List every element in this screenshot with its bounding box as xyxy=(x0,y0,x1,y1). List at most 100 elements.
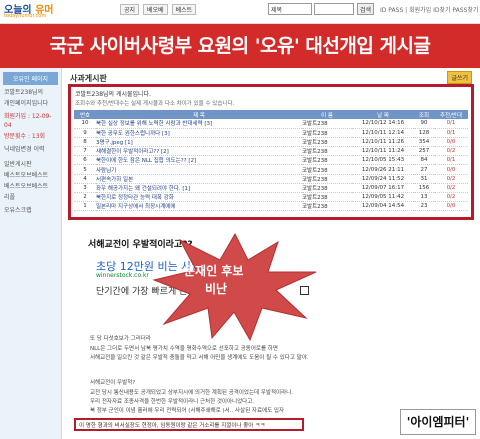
nav-notice[interactable]: 공지 xyxy=(120,4,140,15)
nav-bob[interactable]: 베오베 xyxy=(143,4,168,15)
row-views: 156 xyxy=(414,183,434,194)
row-votes: 0/0 xyxy=(434,164,468,175)
top-nav: 공지 베오베 베스트 xyxy=(120,4,197,15)
table-row[interactable]: 10 북한 실상 정보를 위해 노력한 사람과 반대세력 [3] 코발트238 12/… xyxy=(74,119,468,129)
row-views: 13 xyxy=(414,192,434,203)
table-row[interactable]: 3 좌우 해공가지는 왜 건설되려야 한다. [1] 코발트238 12/09/07 … xyxy=(74,183,468,194)
post-paragraph: 교전 당시 통신내용도 공개되었고 상부지시에 의거한 계획된 공격이었는데 우… xyxy=(90,390,293,396)
login-links[interactable]: ID PASS | 회원가입 ID찾기 PASS찾기 xyxy=(380,5,478,14)
search-select[interactable]: 제목 xyxy=(268,3,312,15)
table-row[interactable]: 2 북한지로 정정타관 능력 대폭 강화 코발트238 12/09/05 11:42 1… xyxy=(74,192,468,203)
table-row[interactable]: 7 새해결한이 우발적이라고?? [2] 코발트238 12/10/11 11:24 2… xyxy=(74,146,468,157)
row-author: 코발트238 xyxy=(302,155,352,166)
row-views: 84 xyxy=(414,155,434,166)
row-votes: 0/1 xyxy=(434,128,468,138)
row-number: 7 xyxy=(74,146,96,157)
post-paragraph: NLL은 그더로 두면서 남북 평가치 수역을 평화수역으로 선포하고 공동어로… xyxy=(90,346,278,352)
top-bar: 오늘의 유머 todayhumor.com 공지 베오베 베스트 제목 검색 I… xyxy=(0,0,480,24)
row-votes: 0/2 xyxy=(434,183,468,194)
row-views: 257 xyxy=(414,146,434,157)
table-row[interactable]: 8 3명구.jpeg [1] 코발트238 12/10/11 11:26 354 0/0 xyxy=(74,137,468,148)
table-row[interactable]: 6 북한이에 한도 잠은 NLL 집합 의도는?? [2] 코발트238 12/10/… xyxy=(74,155,468,166)
sidebar-box-title: 오유인 페이지 xyxy=(3,72,58,85)
section-title: 사과게시판 xyxy=(70,74,107,83)
table-row[interactable]: 4 서편속가하 일본 코발트238 12/09/24 11:52 31 0/2 xyxy=(74,174,468,184)
post-paragraph: 또 당 다섯호보가 그러더라 xyxy=(90,336,151,342)
sidebar-line: 코발트238님의 xyxy=(4,89,44,96)
headline-banner: 국군 사이버사령부 요원의 '오유' 대선개입 게시글 xyxy=(0,24,480,68)
sidebar-link[interactable]: 베스트오브베스트 xyxy=(0,181,61,192)
starburst-line-2: 비난 xyxy=(205,282,228,296)
row-author: 코발트238 xyxy=(302,174,352,184)
sidebar: 오유인 페이지 코발트238님의 개인페이지입니다 회원가입 : 12-09-0… xyxy=(0,68,62,439)
row-date: 12/09/07 16:17 xyxy=(352,183,414,194)
sidebar-link[interactable]: 오유스크랩 xyxy=(0,205,61,216)
sidebar-link[interactable]: 닉네임변경 이력 xyxy=(0,144,61,155)
row-title[interactable]: 서편속가하 일본 xyxy=(96,174,302,184)
sidebar-line: 개인페이지입니다 xyxy=(4,100,49,107)
row-author: 코발트238 xyxy=(302,119,352,129)
sidebar-link[interactable]: 리플 xyxy=(0,192,61,203)
row-author: 코발트238 xyxy=(302,183,352,194)
row-views: 354 xyxy=(414,137,434,148)
row-date: 12/10/11 12:14 xyxy=(352,128,414,138)
col-votes: 추천/반대 xyxy=(434,110,468,119)
row-date: 12/09/04 14:54 xyxy=(352,201,414,212)
row-number: 9 xyxy=(74,128,96,138)
col-title: 제 목 xyxy=(96,110,302,119)
row-title[interactable]: 북한 실상 정보를 위해 노력한 사람과 반대세력 [3] xyxy=(96,119,302,129)
post-paragraph: 북 정부 군인이 이념 흘러에 우리 전력되어 (서해주쇄해로 )서.. 사살된… xyxy=(90,408,285,414)
row-votes: 0/1 xyxy=(434,119,468,129)
ad-url[interactable]: winnerstock.co.kr xyxy=(96,272,149,279)
post-table: 번호 제 목 이 름 날 짜 조회 추천/반대 10 북한 실상 정보를 위해 노… xyxy=(74,110,468,212)
sidebar-link[interactable]: 일반게시판 xyxy=(0,159,61,170)
logo-subtitle: todayhumor.com xyxy=(4,13,47,19)
row-date: 12/09/24 11:52 xyxy=(352,174,414,184)
board-notice: 조회수와 추천/반대수는 실제 게시물과 다소 차이가 있을 수 있습니다. xyxy=(75,101,235,107)
row-date: 12/09/26 21:11 xyxy=(352,164,414,175)
row-title[interactable]: 3명구.jpeg [1] xyxy=(96,137,302,148)
post-paragraph: 서해교전을 일으킨 것 같은 우발적 충돌을 막고 서해 어민을 생계에도 도움… xyxy=(90,355,309,361)
sidebar-line: 방문횟수 : 13회 xyxy=(4,133,46,140)
row-author: 코발트238 xyxy=(302,192,352,203)
table-header-row: 번호 제 목 이 름 날 짜 조회 추천/반대 xyxy=(74,110,468,119)
search-button[interactable]: 검색 xyxy=(357,3,375,15)
col-number: 번호 xyxy=(74,110,96,119)
post-paragraph: 우리 전자자료 조종사격을 한번한 우발적이라니 근처한 것이아니었다고. xyxy=(90,399,255,405)
row-title[interactable]: 새해결한이 우발적이라고?? [2] xyxy=(96,146,302,157)
row-title[interactable]: 북한이에 한도 잠은 NLL 집합 의도는?? [2] xyxy=(96,155,302,166)
row-views: 128 xyxy=(414,128,434,138)
row-number: 2 xyxy=(74,192,96,203)
starburst-line-1: 문재인 후보 xyxy=(184,264,244,278)
row-author: 코발트238 xyxy=(302,146,352,157)
starburst-shape xyxy=(152,232,317,342)
row-title[interactable]: 일본리마 지구상에서 최장시계에에 xyxy=(96,201,302,212)
row-author: 코발트238 xyxy=(302,137,352,148)
post-paragraph: 서해교전이 우발적? xyxy=(90,380,136,386)
table-row[interactable]: 5 사람님기 코발트238 12/09/26 21:11 27 0/0 xyxy=(74,164,468,175)
row-number: 8 xyxy=(74,137,96,148)
row-title[interactable]: 북한지로 정정타관 능력 대폭 강화 xyxy=(96,192,302,203)
search-input[interactable] xyxy=(314,3,354,15)
watermark-caption: '아이엠피터' xyxy=(400,409,476,435)
row-title[interactable]: 좌우 해공가지는 왜 건설되려야 한다. [1] xyxy=(96,183,302,194)
row-votes: 0/0 xyxy=(434,137,468,148)
row-author: 코발트238 xyxy=(302,164,352,175)
row-date: 12/09/05 11:42 xyxy=(352,192,414,203)
row-number: 4 xyxy=(74,174,96,184)
table-row[interactable]: 1 일본리마 지구상에서 최장시계에에 코발트238 12/09/04 14:54 23… xyxy=(74,201,468,212)
row-title[interactable]: 사람님기 xyxy=(96,164,302,175)
row-views: 90 xyxy=(414,119,434,129)
board-title: 코발트238님의 게시물입니다. xyxy=(75,91,151,98)
row-number: 5 xyxy=(74,164,96,175)
nav-best[interactable]: 베스트 xyxy=(171,4,197,15)
sidebar-link[interactable]: 베스트오브베스트 xyxy=(0,170,61,181)
sidebar-line: 회원가입 : 12-09-04 xyxy=(4,113,52,129)
write-button[interactable]: 글쓰기 xyxy=(447,71,472,84)
row-title[interactable]: 북한 공무도 권한스럽니까다 [3] xyxy=(96,128,302,138)
row-author: 코발트238 xyxy=(302,201,352,212)
table-row[interactable]: 9 북한 공무도 권한스럽니까다 [3] 코발트238 12/10/11 12:14 1… xyxy=(74,128,468,138)
col-date: 날 짜 xyxy=(352,110,414,119)
row-views: 23 xyxy=(414,201,434,212)
row-author: 코발트238 xyxy=(302,128,352,138)
